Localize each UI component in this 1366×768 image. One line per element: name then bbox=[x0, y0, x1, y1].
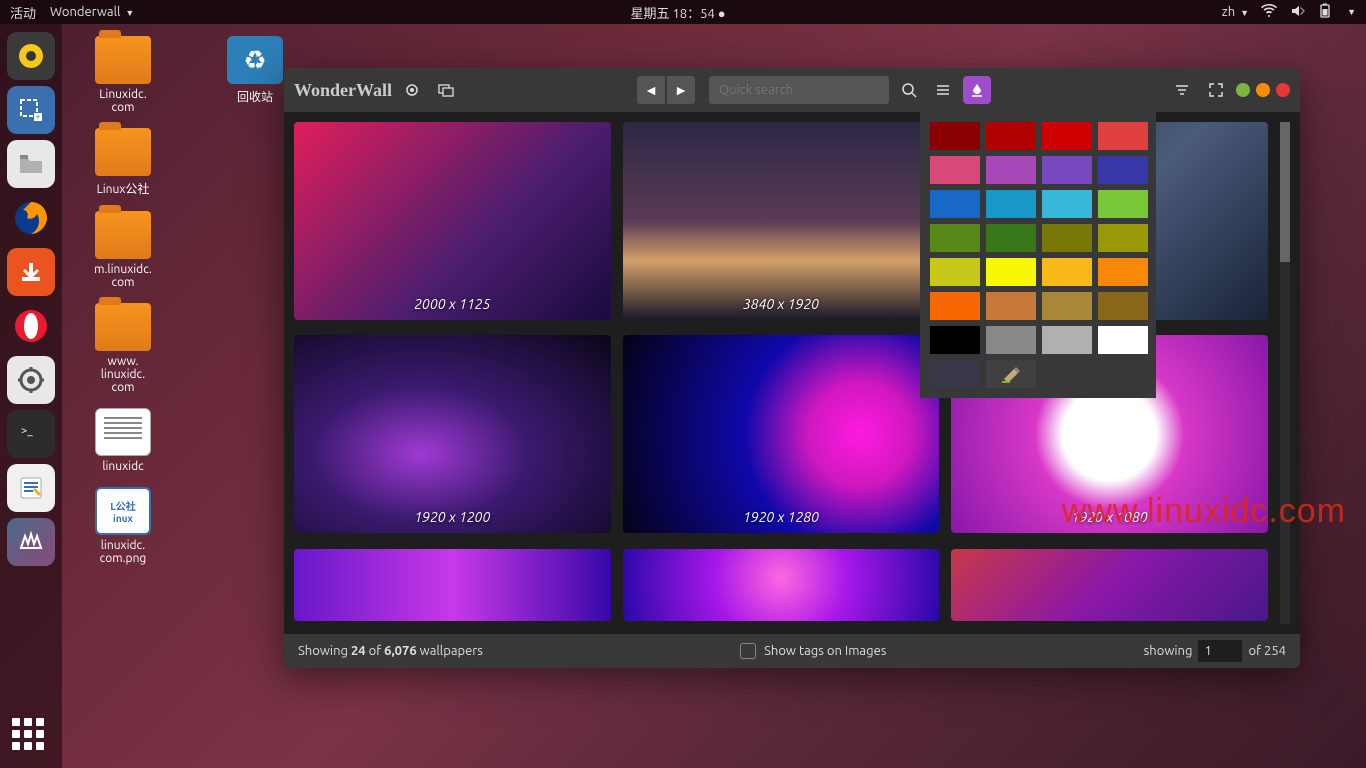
settings-button[interactable] bbox=[398, 76, 426, 104]
search-icon[interactable] bbox=[895, 76, 923, 104]
color-swatch[interactable] bbox=[1098, 122, 1148, 150]
color-swatch[interactable] bbox=[1042, 224, 1092, 252]
dock-firefox[interactable] bbox=[7, 194, 55, 242]
color-swatch[interactable] bbox=[1098, 326, 1148, 354]
resolution-label: 1920 x 1200 bbox=[294, 509, 611, 525]
dock-rhythmbox[interactable] bbox=[7, 32, 55, 80]
volume-icon[interactable] bbox=[1289, 3, 1305, 22]
color-swatch[interactable] bbox=[1042, 122, 1092, 150]
search-input[interactable] bbox=[709, 76, 889, 104]
color-swatch[interactable] bbox=[1042, 258, 1092, 286]
color-swatch[interactable] bbox=[1098, 224, 1148, 252]
desktop-image[interactable]: L公社inuxlinuxidc. com.png bbox=[78, 487, 168, 565]
desktop-folder[interactable]: Linuxidc. com bbox=[78, 36, 168, 114]
color-swatch[interactable] bbox=[930, 292, 980, 320]
wallpaper-thumb[interactable] bbox=[951, 549, 1268, 621]
dock: + >_ bbox=[0, 24, 62, 768]
page-input[interactable] bbox=[1198, 640, 1242, 662]
color-swatch[interactable] bbox=[1042, 326, 1092, 354]
system-menu-icon[interactable]: ▼ bbox=[1347, 7, 1356, 17]
dock-gedit[interactable] bbox=[7, 464, 55, 512]
status-count: Showing 24 of 6,076 wallpapers bbox=[298, 644, 483, 658]
desktop-icons-col1: Linuxidc. com Linux公社 m.linuxidc. com ww… bbox=[78, 36, 168, 579]
svg-text:+: + bbox=[36, 112, 41, 121]
dock-settings[interactable] bbox=[7, 356, 55, 404]
color-swatch[interactable] bbox=[930, 360, 980, 388]
color-swatch[interactable] bbox=[1098, 190, 1148, 218]
dock-software[interactable] bbox=[7, 248, 55, 296]
resolution-label: 3840 x 1920 bbox=[623, 296, 940, 312]
fullscreen-icon[interactable] bbox=[1202, 76, 1230, 104]
wallpaper-thumb[interactable]: 3840 x 1920 bbox=[623, 122, 940, 320]
dock-screenshot[interactable]: + bbox=[7, 86, 55, 134]
color-swatch[interactable] bbox=[930, 224, 980, 252]
color-swatch[interactable] bbox=[930, 326, 980, 354]
app-menu[interactable]: Wonderwall ▼ bbox=[50, 5, 134, 19]
resolution-label: 1920 x 1280 bbox=[623, 509, 940, 525]
wifi-icon[interactable] bbox=[1261, 3, 1277, 22]
svg-text:>_: >_ bbox=[21, 425, 33, 437]
color-swatch[interactable] bbox=[1098, 258, 1148, 286]
color-swatch[interactable] bbox=[986, 190, 1036, 218]
maximize-button[interactable] bbox=[1256, 83, 1270, 97]
color-swatch[interactable] bbox=[1042, 156, 1092, 184]
desktop-document[interactable]: linuxidc bbox=[78, 408, 168, 473]
color-swatch[interactable] bbox=[986, 224, 1036, 252]
desktop-folder[interactable]: m.linuxidc. com bbox=[78, 211, 168, 289]
gallery-button[interactable] bbox=[432, 76, 460, 104]
wallpaper-thumb[interactable]: 2000 x 1125 bbox=[294, 122, 611, 320]
color-swatch[interactable] bbox=[1098, 156, 1148, 184]
color-swatch[interactable] bbox=[930, 258, 980, 286]
input-method[interactable]: zh ▼ bbox=[1222, 5, 1249, 19]
show-tags-checkbox[interactable] bbox=[740, 643, 756, 659]
gnome-topbar: 活动 Wonderwall ▼ 星期五 18：54 ● zh ▼ ▼ bbox=[0, 0, 1366, 24]
dock-terminal[interactable]: >_ bbox=[7, 410, 55, 458]
clear-color-button[interactable] bbox=[986, 360, 1036, 388]
wonderwall-window: WonderWall ◄ ► bbox=[284, 68, 1300, 668]
close-button[interactable] bbox=[1276, 83, 1290, 97]
resolution-label: 2000 x 1125 bbox=[294, 296, 611, 312]
wallpaper-thumb[interactable] bbox=[623, 549, 940, 621]
desktop-folder[interactable]: www. linuxidc. com bbox=[78, 303, 168, 394]
wallpaper-thumb[interactable]: 1920 x 1200 bbox=[294, 335, 611, 533]
minimize-button[interactable] bbox=[1236, 83, 1250, 97]
nav-prev-button[interactable]: ◄ bbox=[637, 76, 665, 104]
statusbar: Showing 24 of 6,076 wallpapers Show tags… bbox=[284, 634, 1300, 668]
content-area: 2000 x 1125 3840 x 1920 1920 x 1200 1920 x … bbox=[284, 112, 1300, 634]
wallpaper-thumb[interactable] bbox=[294, 549, 611, 621]
scrollbar[interactable] bbox=[1280, 122, 1290, 624]
color-swatch[interactable] bbox=[1042, 292, 1092, 320]
activities-button[interactable]: 活动 bbox=[10, 3, 36, 22]
wallpaper-thumb[interactable]: 1920 x 1280 bbox=[623, 335, 940, 533]
resolution-label: 1920 x 1080 bbox=[951, 509, 1268, 525]
clock[interactable]: 星期五 18：54 ● bbox=[134, 3, 1221, 22]
color-swatch[interactable] bbox=[1042, 190, 1092, 218]
titlebar: WonderWall ◄ ► bbox=[284, 68, 1300, 112]
dock-wonderwall[interactable] bbox=[7, 518, 55, 566]
color-swatch[interactable] bbox=[986, 326, 1036, 354]
battery-icon[interactable] bbox=[1317, 3, 1333, 22]
color-swatch[interactable] bbox=[986, 258, 1036, 286]
show-tags-label: Show tags on Images bbox=[764, 644, 886, 658]
page-total: of 254 bbox=[1248, 644, 1286, 658]
color-swatch[interactable] bbox=[930, 122, 980, 150]
dock-files[interactable] bbox=[7, 140, 55, 188]
color-swatch[interactable] bbox=[930, 190, 980, 218]
page-label: showing bbox=[1144, 644, 1193, 658]
list-icon[interactable] bbox=[929, 76, 957, 104]
color-picker-popup bbox=[920, 112, 1156, 398]
color-filter-button[interactable] bbox=[963, 76, 991, 104]
app-logo: WonderWall bbox=[294, 80, 392, 101]
desktop-folder[interactable]: Linux公社 bbox=[78, 128, 168, 197]
filter-icon[interactable] bbox=[1168, 76, 1196, 104]
nav-next-button[interactable]: ► bbox=[667, 76, 695, 104]
color-swatch[interactable] bbox=[986, 292, 1036, 320]
dock-opera[interactable] bbox=[7, 302, 55, 350]
color-swatch[interactable] bbox=[986, 122, 1036, 150]
show-apps-button[interactable] bbox=[12, 718, 50, 756]
color-swatch[interactable] bbox=[930, 156, 980, 184]
color-swatch[interactable] bbox=[986, 156, 1036, 184]
color-swatch[interactable] bbox=[1098, 292, 1148, 320]
